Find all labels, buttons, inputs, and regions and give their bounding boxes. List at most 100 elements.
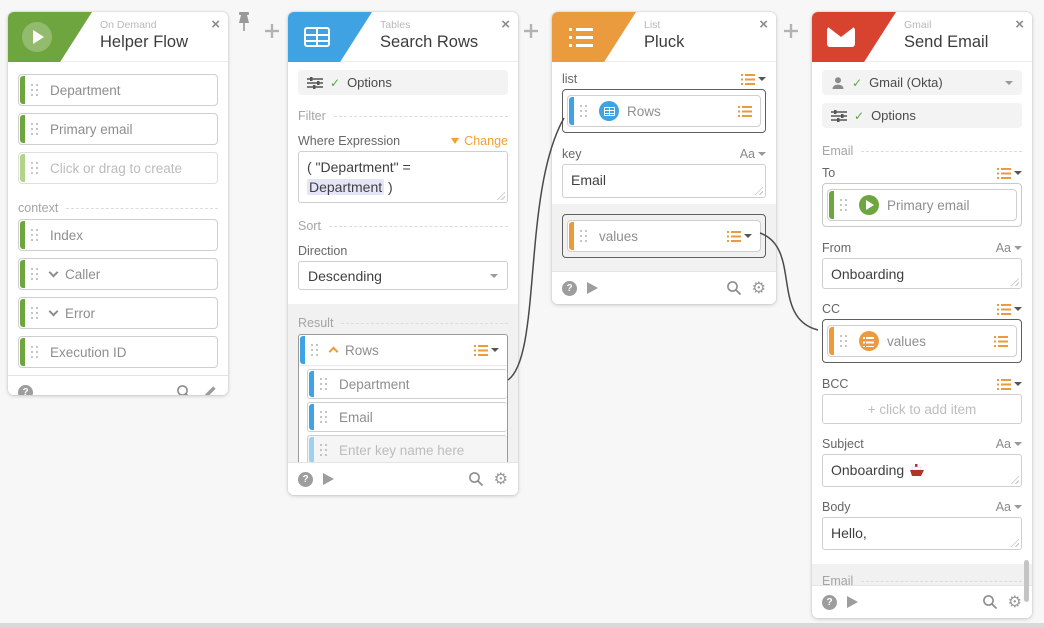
list-type-icon[interactable]	[997, 378, 1011, 390]
resize-handle[interactable]	[1011, 539, 1019, 547]
gear-icon[interactable]: ⚙	[752, 280, 766, 296]
close-icon[interactable]: ×	[501, 16, 510, 33]
add-card-button-3[interactable]	[783, 23, 799, 39]
drag-handle-icon[interactable]	[840, 335, 849, 347]
type-caret-icon[interactable]	[1014, 382, 1022, 386]
drag-handle-icon[interactable]	[580, 230, 589, 242]
text-type-label[interactable]: Aa	[996, 437, 1011, 451]
output-key-placeholder[interactable]: Enter key name here	[307, 435, 507, 462]
type-caret-icon[interactable]	[1014, 246, 1022, 250]
close-icon[interactable]: ×	[211, 16, 220, 33]
resize-handle[interactable]	[1011, 278, 1019, 286]
field-caller[interactable]: Caller	[18, 258, 218, 290]
mapped-primary-email-chip[interactable]: Primary email	[827, 189, 1017, 221]
type-caret-icon[interactable]	[758, 77, 766, 81]
test-play-icon[interactable]	[323, 473, 334, 485]
search-icon[interactable]	[468, 471, 484, 487]
test-play-icon[interactable]	[587, 282, 598, 294]
type-caret-icon[interactable]	[1014, 442, 1022, 446]
output-rows[interactable]: Rows	[299, 335, 507, 366]
horizontal-scrollbar[interactable]	[0, 623, 1044, 628]
drag-handle-icon[interactable]	[31, 229, 40, 241]
type-caret-icon[interactable]	[1014, 505, 1022, 509]
drag-handle-icon[interactable]	[840, 199, 849, 211]
check-icon: ✓	[330, 75, 341, 90]
chevron-down-icon[interactable]	[48, 306, 59, 317]
help-icon[interactable]: ?	[298, 471, 313, 487]
drag-handle-icon[interactable]	[31, 84, 40, 96]
output-email[interactable]: Email	[307, 402, 507, 432]
account-bar[interactable]: ✓ Gmail (Okta)	[822, 70, 1022, 95]
type-caret-icon[interactable]	[1014, 171, 1022, 175]
list-type-icon[interactable]	[474, 344, 488, 356]
field-primary-email[interactable]: Primary email	[18, 113, 218, 145]
add-card-button-1[interactable]	[264, 23, 280, 39]
close-icon[interactable]: ×	[1015, 16, 1024, 33]
type-caret-icon[interactable]	[1014, 307, 1022, 311]
options-bar[interactable]: ✓ Options	[822, 103, 1022, 128]
type-caret-icon[interactable]	[758, 152, 766, 156]
pin-icon[interactable]	[236, 11, 252, 33]
type-caret-icon[interactable]	[491, 348, 499, 352]
drag-handle-icon[interactable]	[320, 444, 329, 456]
key-input[interactable]: Email	[562, 164, 766, 198]
gear-icon[interactable]: ⚙	[1008, 594, 1022, 610]
card-scrollbar-thumb[interactable]	[1024, 560, 1029, 602]
subject-input[interactable]: Onboarding	[822, 454, 1022, 487]
expression-token[interactable]: Department	[307, 179, 385, 195]
help-icon[interactable]: ?	[822, 594, 837, 610]
from-input[interactable]: Onboarding team@Okta.com	[822, 258, 1022, 289]
drag-handle-icon[interactable]	[580, 105, 589, 117]
test-play-icon[interactable]	[847, 596, 858, 608]
bcc-input[interactable]: + click to add item	[822, 394, 1022, 424]
close-icon[interactable]: ×	[759, 16, 768, 33]
list-type-icon[interactable]	[997, 303, 1011, 315]
options-bar[interactable]: ✓ Options	[298, 70, 508, 95]
field-create-placeholder[interactable]: Click or drag to create	[18, 152, 218, 184]
output-values-chip[interactable]: values	[567, 220, 761, 252]
search-icon[interactable]	[176, 384, 192, 395]
drag-handle-icon[interactable]	[311, 344, 320, 356]
resize-handle[interactable]	[497, 192, 505, 200]
search-icon[interactable]	[726, 280, 742, 296]
pencil-icon[interactable]	[202, 384, 218, 395]
list-type-icon[interactable]	[741, 73, 755, 85]
drag-handle-icon[interactable]	[31, 268, 40, 280]
where-expression-input[interactable]: ( "Department" = Department )	[298, 151, 508, 203]
to-input-zone[interactable]: Primary email	[822, 183, 1022, 227]
direction-select[interactable]: Descending	[298, 261, 508, 290]
help-icon[interactable]: ?	[18, 384, 33, 395]
field-department[interactable]: Department	[18, 74, 218, 106]
drag-handle-icon[interactable]	[31, 346, 40, 358]
help-icon[interactable]: ?	[562, 280, 577, 296]
field-index[interactable]: Index	[18, 219, 218, 251]
chevron-down-icon[interactable]	[48, 267, 59, 278]
add-card-button-2[interactable]	[523, 23, 539, 39]
mapped-values-chip[interactable]: values	[827, 325, 1017, 357]
type-caret-icon[interactable]	[744, 234, 752, 238]
drag-handle-icon[interactable]	[31, 123, 40, 135]
mapped-rows-chip[interactable]: Rows	[567, 95, 761, 127]
body-input[interactable]: Hello,	[822, 517, 1022, 550]
chevron-up-icon[interactable]	[328, 346, 339, 357]
list-type-icon[interactable]	[727, 230, 741, 242]
text-type-label[interactable]: Aa	[740, 147, 755, 161]
change-filter-link[interactable]: Change	[451, 134, 508, 148]
drag-handle-icon[interactable]	[320, 378, 329, 390]
drag-handle-icon[interactable]	[320, 411, 329, 423]
field-error[interactable]: Error	[18, 297, 218, 329]
drag-handle-icon[interactable]	[31, 162, 40, 174]
gear-icon[interactable]: ⚙	[494, 471, 508, 487]
resize-handle[interactable]	[1011, 476, 1019, 484]
cc-input-zone[interactable]: values	[822, 319, 1022, 363]
values-output-zone[interactable]: values	[562, 214, 766, 258]
output-department[interactable]: Department	[307, 369, 507, 399]
list-input-dropzone[interactable]: Rows	[562, 89, 766, 133]
resize-handle[interactable]	[755, 187, 763, 195]
field-execution-id[interactable]: Execution ID	[18, 336, 218, 368]
text-type-label[interactable]: Aa	[996, 500, 1011, 514]
list-type-icon[interactable]	[997, 167, 1011, 179]
drag-handle-icon[interactable]	[31, 307, 40, 319]
text-type-label[interactable]: Aa	[996, 241, 1011, 255]
search-icon[interactable]	[982, 594, 998, 610]
